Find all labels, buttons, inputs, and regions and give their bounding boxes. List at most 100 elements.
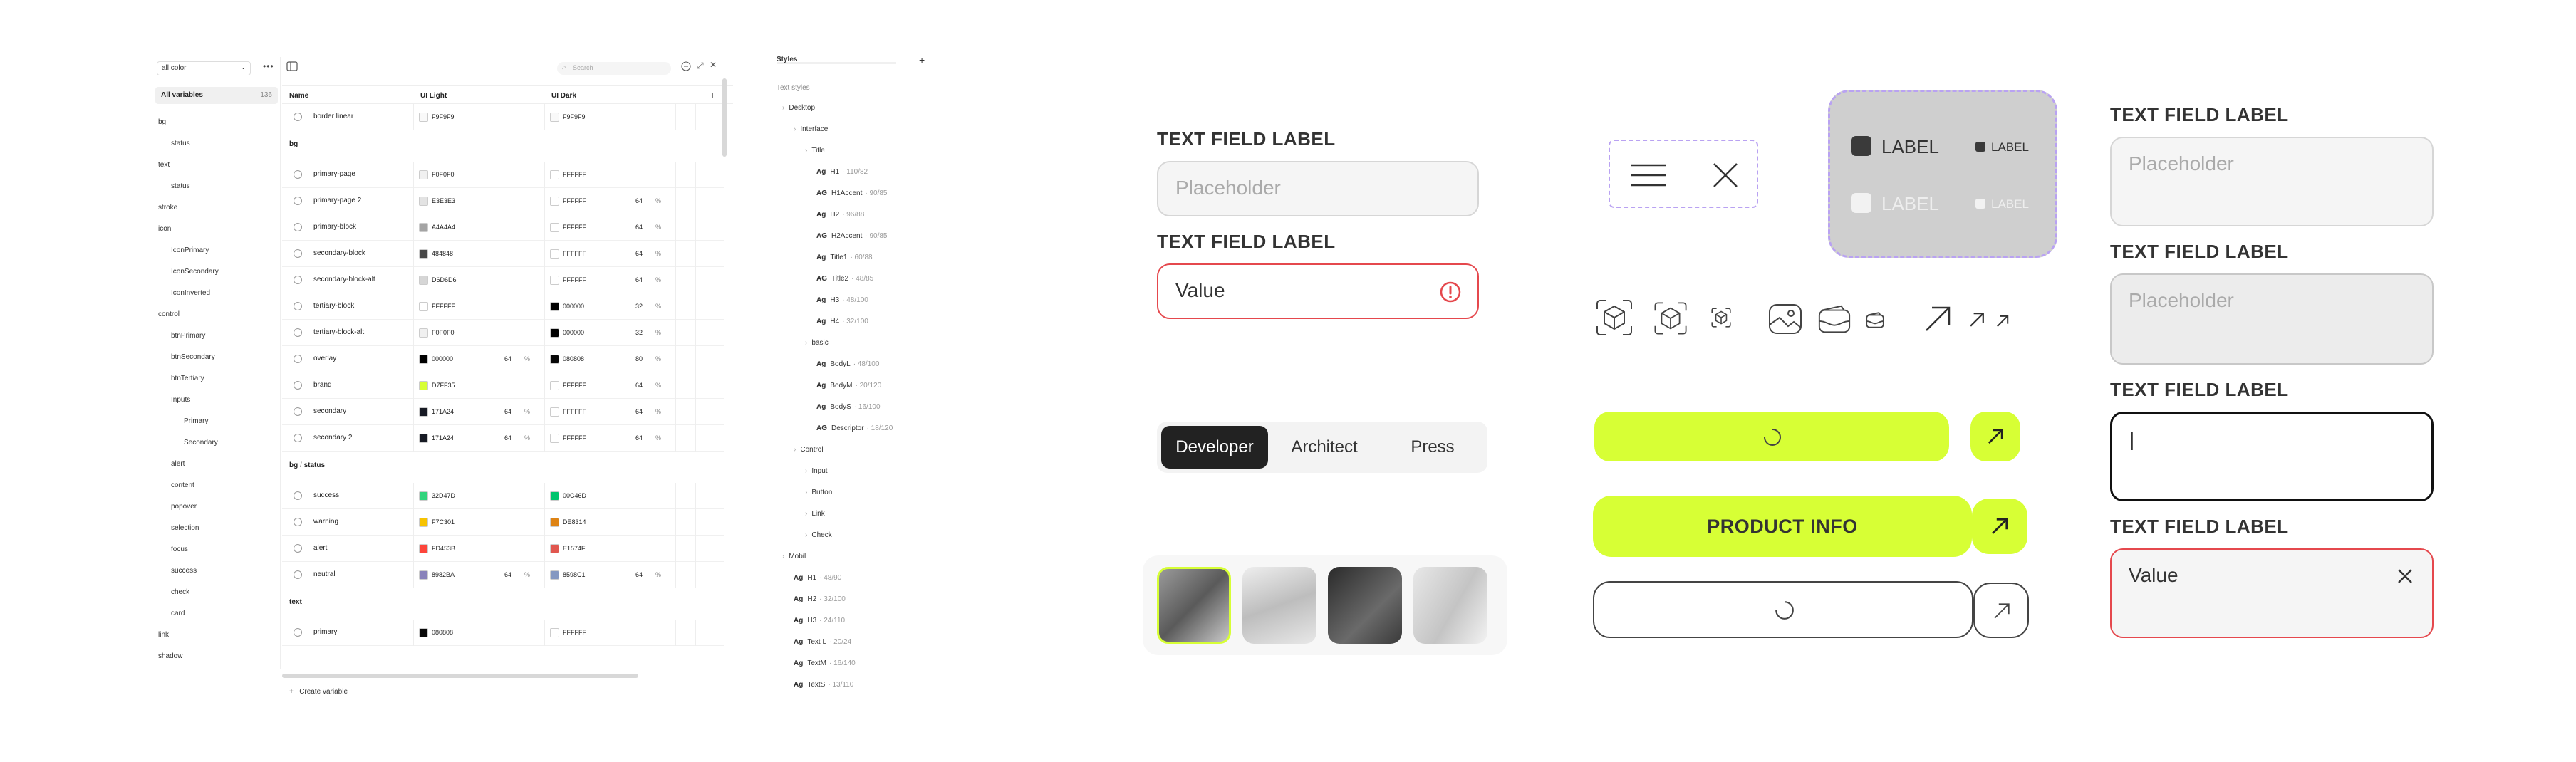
table-row[interactable]: overlay 000000 64% 080808 80% — [282, 346, 724, 372]
text-field-placeholder[interactable]: Placeholder — [2110, 137, 2434, 226]
color-value-cell[interactable]: FFFFFF — [550, 627, 678, 640]
style-item[interactable]: › Desktop — [782, 104, 815, 112]
style-item[interactable]: › Mobil — [782, 553, 806, 560]
table-row[interactable]: primary-block A4A4A4 FFFFFF 64% — [282, 214, 724, 241]
create-variable-button[interactable]: + Create variable — [289, 688, 348, 696]
thumbnail[interactable] — [1328, 567, 1402, 644]
table-row[interactable]: neutral 8982BA 64% 8598C1 64% — [282, 562, 724, 588]
color-value-cell[interactable]: 8982BA 64% — [419, 569, 547, 582]
collection-select[interactable]: all color ⌄ — [157, 61, 251, 75]
group-item[interactable]: focus — [171, 546, 188, 553]
style-item[interactable]: Ag TextS · 13/110 — [794, 681, 853, 689]
group-item[interactable]: Primary — [184, 417, 208, 425]
table-row[interactable]: border linear F9F9F9 F9F9F9 — [282, 104, 724, 130]
clear-icon[interactable] — [2396, 567, 2414, 590]
group-item[interactable]: check — [171, 588, 189, 596]
product-info-button[interactable]: PRODUCT INFO — [1593, 496, 1972, 557]
style-item[interactable]: Ag TextM · 16/140 — [794, 659, 856, 667]
color-value-cell[interactable]: A4A4A4 — [419, 221, 547, 234]
table-row[interactable]: secondary 171A24 64% FFFFFF 64% — [282, 399, 724, 425]
color-value-cell[interactable]: FFFFFF 64% — [550, 221, 678, 234]
group-item[interactable]: alert — [171, 460, 185, 468]
color-value-cell[interactable]: D7FF35 — [419, 380, 547, 392]
table-row[interactable]: secondary-block-alt D6D6D6 FFFFFF 64% — [282, 267, 724, 293]
group-item[interactable]: status — [171, 182, 190, 190]
style-item[interactable]: Ag H2 · 32/100 — [794, 595, 846, 603]
checkbox-checked[interactable] — [1852, 136, 1871, 156]
text-field-placeholder[interactable]: Placeholder — [1157, 161, 1479, 216]
table-row[interactable]: secondary 2 171A24 64% FFFFFF 64% — [282, 425, 724, 452]
table-row[interactable]: success 32D47D 00C46D — [282, 483, 724, 509]
arrow-button[interactable] — [1970, 412, 2020, 461]
style-item[interactable]: › Control — [794, 446, 824, 454]
group-item[interactable]: link — [158, 631, 169, 639]
group-item[interactable]: IconSecondary — [171, 268, 219, 276]
style-item[interactable]: › Input — [805, 467, 828, 475]
color-value-cell[interactable]: FFFFFF 64% — [550, 195, 678, 208]
style-item[interactable]: › Title — [805, 147, 825, 155]
sidebar-toggle-icon[interactable] — [286, 61, 298, 73]
thumbnail[interactable] — [1413, 567, 1487, 644]
color-value-cell[interactable]: FFFFFF — [419, 301, 547, 313]
all-variables-item[interactable]: All variables 136 — [155, 87, 278, 104]
style-item[interactable]: Ag H4 · 32/100 — [816, 318, 868, 325]
thumbnail[interactable] — [1242, 567, 1316, 644]
group-item[interactable]: content — [171, 481, 194, 489]
color-value-cell[interactable]: 000000 32% — [550, 301, 678, 313]
color-value-cell[interactable]: 8598C1 64% — [550, 569, 678, 582]
add-style-icon[interactable]: + — [919, 54, 925, 66]
style-item[interactable]: Ag H3 · 24/110 — [794, 617, 845, 625]
text-field-error[interactable]: Value — [2110, 548, 2434, 638]
color-value-cell[interactable]: DE8314 — [550, 516, 678, 529]
text-field-error[interactable]: Value — [1157, 263, 1479, 319]
loading-button[interactable] — [1594, 412, 1949, 461]
arrow-button[interactable] — [1972, 499, 2027, 554]
style-item[interactable]: AG Title2 · 48/85 — [816, 275, 873, 283]
table-row[interactable]: primary-page 2 E3E3E3 FFFFFF 64% — [282, 188, 724, 214]
checkbox-checked-small[interactable] — [1975, 142, 1985, 152]
style-item[interactable]: Ag H2 · 96/88 — [816, 211, 864, 219]
group-item[interactable]: stroke — [158, 204, 177, 212]
group-item[interactable]: success — [171, 567, 197, 575]
table-row[interactable]: primary 080808 FFFFFF — [282, 620, 724, 646]
style-item[interactable]: Ag BodyS · 16/100 — [816, 403, 881, 411]
table-row[interactable]: tertiary-block FFFFFF 000000 32% — [282, 293, 724, 320]
style-item[interactable]: AG Descriptor · 18/120 — [816, 424, 893, 432]
group-item[interactable]: status — [171, 140, 190, 147]
add-mode-icon[interactable]: + — [710, 89, 715, 100]
color-value-cell[interactable]: 171A24 64% — [419, 432, 547, 445]
color-value-cell[interactable]: FFFFFF 64% — [550, 274, 678, 287]
color-value-cell[interactable]: E3E3E3 — [419, 195, 547, 208]
color-value-cell[interactable]: F7C301 — [419, 516, 547, 529]
group-item[interactable]: bg — [158, 118, 166, 126]
group-item[interactable]: popover — [171, 503, 197, 511]
filter-icon[interactable] — [681, 61, 691, 73]
group-item[interactable]: text — [158, 161, 170, 169]
checkbox-unchecked-small[interactable] — [1975, 199, 1985, 209]
color-value-cell[interactable]: F9F9F9 — [419, 111, 547, 124]
style-item[interactable]: Ag Title1 · 60/88 — [816, 254, 873, 261]
style-item[interactable]: › Link — [805, 510, 825, 518]
color-value-cell[interactable]: F0F0F0 — [419, 327, 547, 340]
outline-arrow-button[interactable] — [1973, 583, 2029, 638]
group-item[interactable]: btnSecondary — [171, 353, 215, 361]
color-value-cell[interactable]: FFFFFF 64% — [550, 406, 678, 419]
group-item[interactable]: card — [171, 610, 185, 617]
style-item[interactable]: Ag Text L · 20/24 — [794, 638, 851, 646]
color-value-cell[interactable]: F0F0F0 — [419, 169, 547, 182]
table-row[interactable]: tertiary-block-alt F0F0F0 000000 32% — [282, 320, 724, 346]
color-value-cell[interactable]: D6D6D6 — [419, 274, 547, 287]
color-value-cell[interactable]: F9F9F9 — [550, 111, 678, 124]
color-value-cell[interactable]: E1574F — [550, 543, 678, 555]
table-row[interactable]: primary-page F0F0F0 FFFFFF — [282, 162, 724, 188]
group-item[interactable]: Inputs — [171, 396, 190, 404]
text-field-hover[interactable]: Placeholder — [2110, 273, 2434, 365]
color-value-cell[interactable]: 080808 80% — [550, 353, 678, 366]
style-item[interactable]: › basic — [805, 339, 829, 347]
expand-icon[interactable]: ⤢ — [697, 61, 704, 71]
color-value-cell[interactable]: 000000 32% — [550, 327, 678, 340]
color-value-cell[interactable]: FFFFFF 64% — [550, 248, 678, 261]
style-item[interactable]: Ag H3 · 48/100 — [816, 296, 868, 304]
style-item[interactable]: Ag H1 · 48/90 — [794, 574, 841, 582]
table-row[interactable]: secondary-block 484848 FFFFFF 64% — [282, 241, 724, 267]
